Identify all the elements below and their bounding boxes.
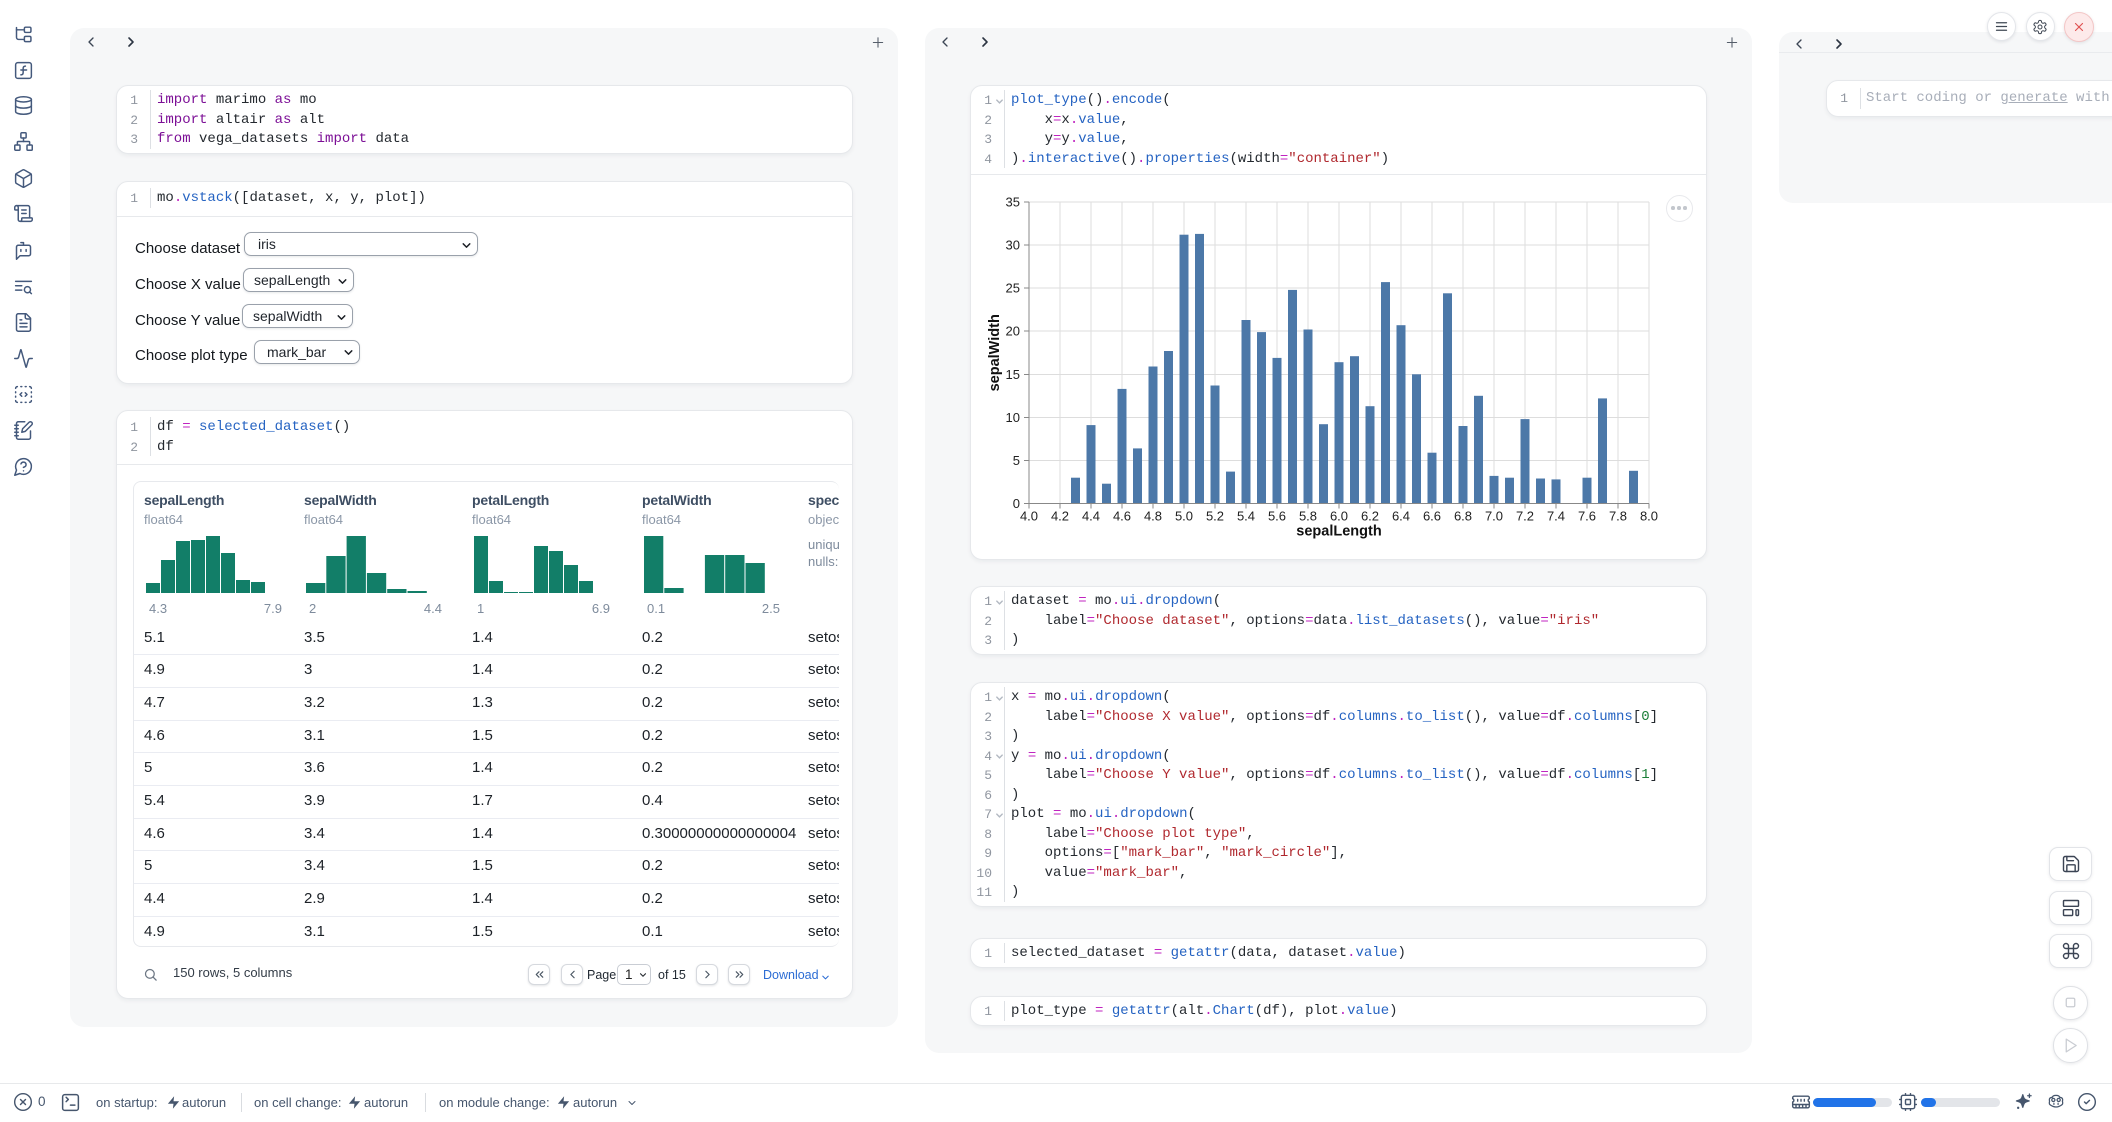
svg-text:6.2: 6.2 — [1361, 509, 1379, 524]
svg-text:5: 5 — [1013, 453, 1020, 468]
svg-text:15: 15 — [1006, 367, 1020, 382]
svg-text:5.8: 5.8 — [1299, 509, 1317, 524]
svg-text:4.2: 4.2 — [1051, 509, 1069, 524]
svg-text:4.8: 4.8 — [1144, 509, 1162, 524]
svg-text:7.8: 7.8 — [1609, 509, 1627, 524]
svg-text:5.6: 5.6 — [1268, 509, 1286, 524]
svg-text:7.2: 7.2 — [1516, 509, 1534, 524]
svg-text:0: 0 — [1013, 496, 1020, 511]
svg-text:6.4: 6.4 — [1392, 509, 1410, 524]
svg-text:7.6: 7.6 — [1578, 509, 1596, 524]
svg-text:4.4: 4.4 — [1082, 509, 1100, 524]
svg-text:4.0: 4.0 — [1020, 509, 1038, 524]
svg-text:20: 20 — [1006, 324, 1020, 339]
svg-text:10: 10 — [1006, 410, 1020, 425]
svg-text:25: 25 — [1006, 281, 1020, 296]
svg-text:35: 35 — [1006, 195, 1020, 210]
svg-text:6.8: 6.8 — [1454, 509, 1472, 524]
svg-text:5.2: 5.2 — [1206, 509, 1224, 524]
svg-text:sepalLength: sepalLength — [1296, 524, 1381, 540]
svg-text:4.6: 4.6 — [1113, 509, 1131, 524]
svg-text:5.0: 5.0 — [1175, 509, 1193, 524]
svg-text:sepalWidth: sepalWidth — [987, 314, 1003, 391]
svg-text:7.4: 7.4 — [1547, 509, 1565, 524]
svg-text:7.0: 7.0 — [1485, 509, 1503, 524]
svg-text:5.4: 5.4 — [1237, 509, 1255, 524]
svg-text:30: 30 — [1006, 238, 1020, 253]
svg-text:6.0: 6.0 — [1330, 509, 1348, 524]
svg-text:8.0: 8.0 — [1640, 509, 1658, 524]
svg-text:6.6: 6.6 — [1423, 509, 1441, 524]
